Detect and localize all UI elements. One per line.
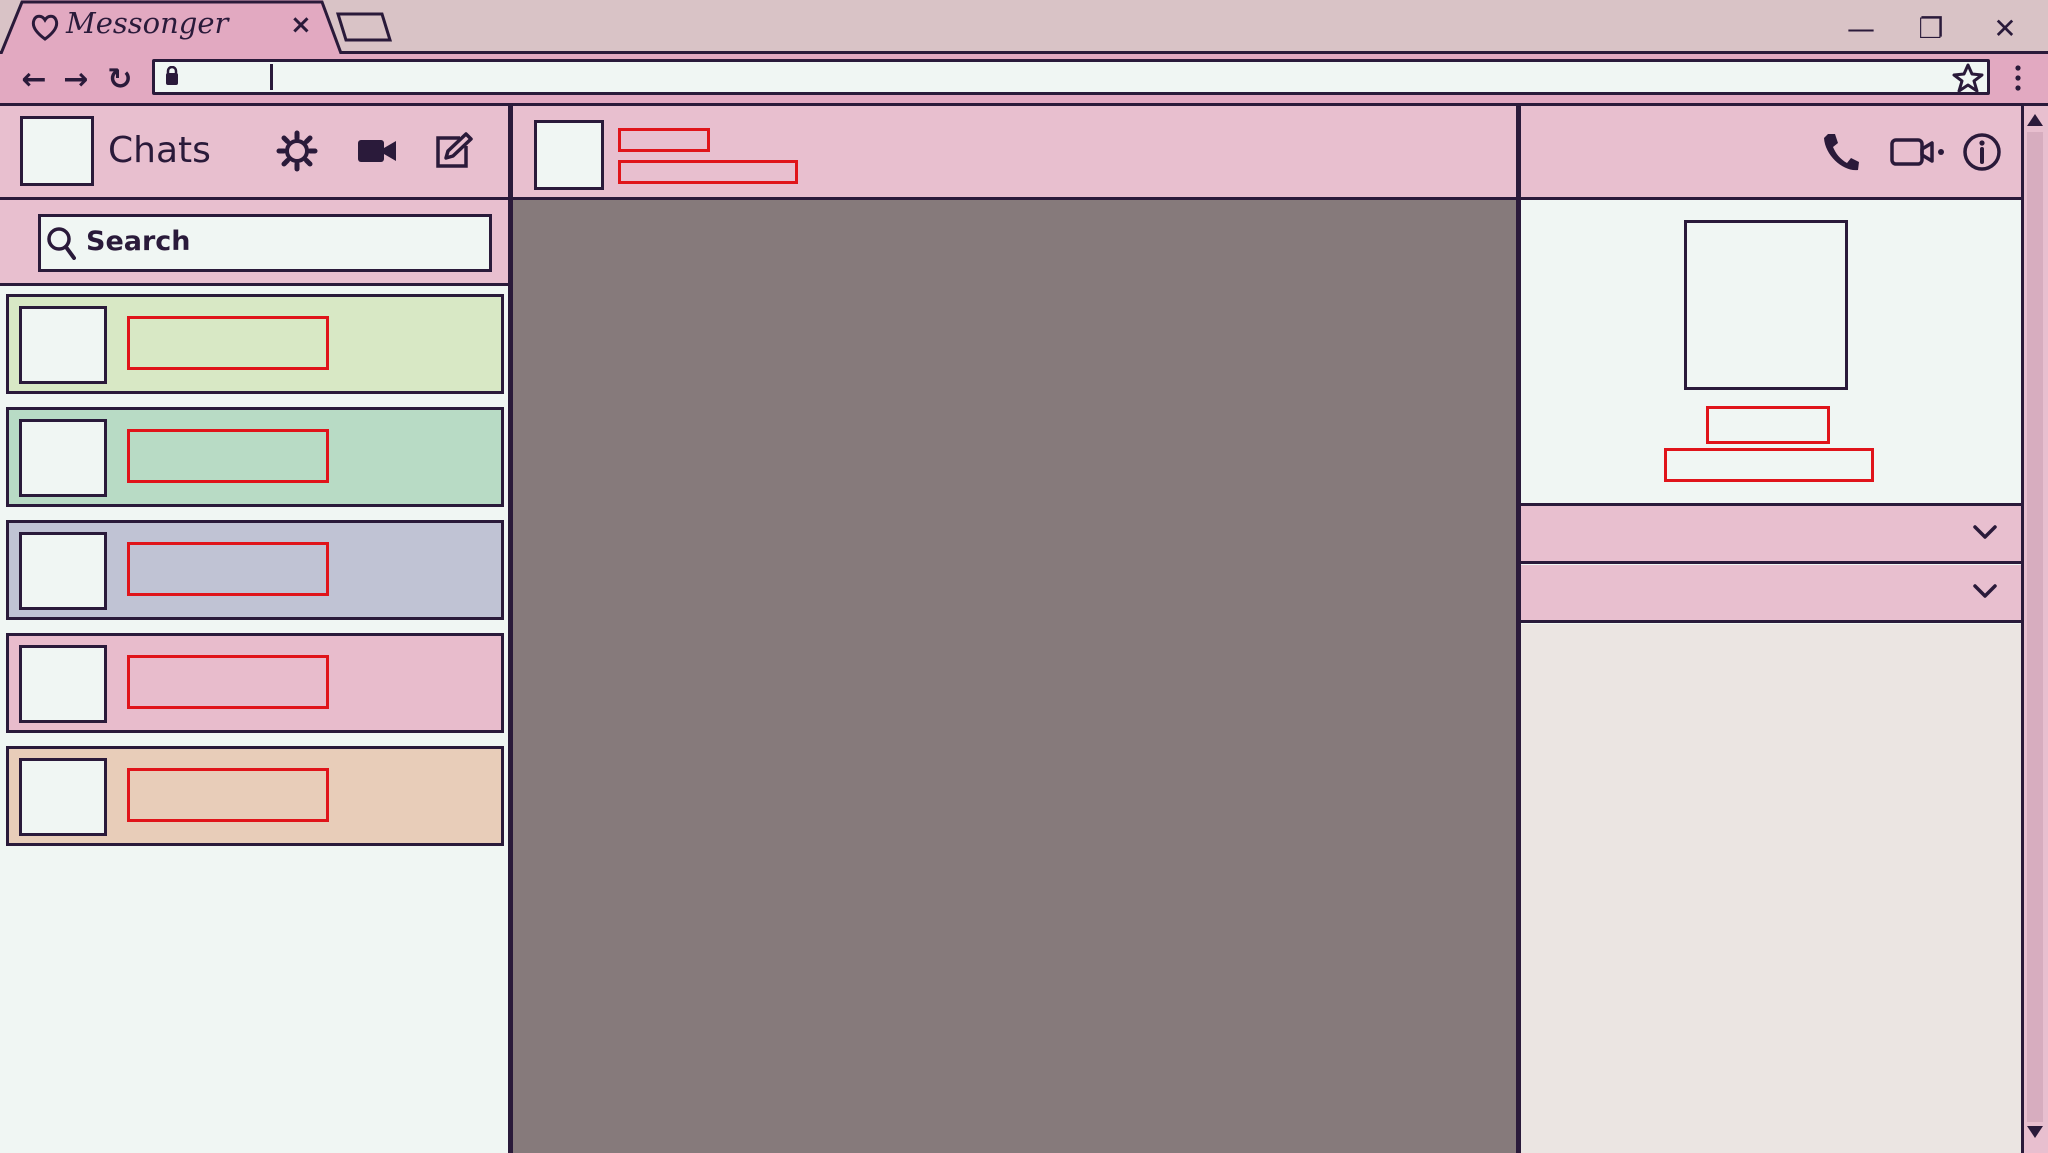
video-camera-icon[interactable] <box>354 128 400 174</box>
maximize-button[interactable]: ❐ <box>1908 8 1954 48</box>
conversation-name-placeholder <box>618 128 710 152</box>
contact-name-placeholder <box>1706 406 1830 444</box>
details-empty-area <box>1521 624 2021 1153</box>
chevron-down-icon <box>1973 525 1997 539</box>
compose-icon[interactable] <box>430 128 476 174</box>
conversation-status-placeholder <box>618 160 798 184</box>
close-window-button[interactable]: ✕ <box>1982 8 2028 48</box>
gear-icon[interactable] <box>274 128 320 174</box>
conversation-actions-header <box>1521 106 2021 200</box>
chat-name-placeholder <box>127 542 329 596</box>
chat-avatar <box>19 645 107 723</box>
tab-title: Messonger <box>66 6 229 40</box>
new-tab-button[interactable] <box>334 12 394 42</box>
tab-close-icon[interactable]: × <box>290 10 312 40</box>
chat-avatar <box>19 419 107 497</box>
chevron-down-icon <box>1973 584 1997 598</box>
scroll-up-arrow-icon[interactable] <box>2024 110 2046 130</box>
heart-icon <box>31 14 59 41</box>
chat-name-placeholder <box>127 316 329 370</box>
chat-name-placeholder <box>127 429 329 483</box>
video-call-icon[interactable] <box>1890 130 1946 174</box>
chat-avatar <box>19 306 107 384</box>
text-cursor <box>270 64 273 90</box>
info-icon[interactable] <box>1960 130 2004 174</box>
chat-list-item[interactable] <box>6 746 504 846</box>
browser-menu-icon[interactable] <box>2010 60 2026 96</box>
accordion-section[interactable] <box>1521 565 2021 623</box>
address-bar[interactable] <box>152 59 1990 95</box>
accordion-section[interactable] <box>1521 506 2021 564</box>
reload-button[interactable]: ↻ <box>100 58 140 100</box>
chat-avatar <box>19 758 107 836</box>
chat-list-item[interactable] <box>6 294 504 394</box>
minimize-button[interactable]: — <box>1838 8 1884 48</box>
search-placeholder: Search <box>86 226 191 257</box>
scroll-down-arrow-icon[interactable] <box>2024 1122 2046 1142</box>
profile-avatar[interactable] <box>20 116 94 186</box>
search-icon <box>47 227 76 260</box>
chat-name-placeholder <box>127 655 329 709</box>
scrollbar-thumb[interactable] <box>2027 132 2043 1122</box>
conversation-avatar[interactable] <box>534 120 604 190</box>
back-button[interactable]: ← <box>14 58 54 100</box>
forward-button[interactable]: → <box>56 58 96 100</box>
chat-avatar <box>19 532 107 610</box>
lock-icon <box>166 66 178 85</box>
chat-list-item[interactable] <box>6 633 504 733</box>
contact-avatar <box>1684 220 1848 390</box>
conversation-header <box>513 106 1519 200</box>
chat-name-placeholder <box>127 768 329 822</box>
phone-icon[interactable] <box>1820 130 1860 174</box>
bookmark-star-icon[interactable] <box>1952 62 1984 94</box>
contact-subtitle-placeholder <box>1664 448 1874 482</box>
message-area[interactable] <box>513 200 1519 1153</box>
chat-list-item[interactable] <box>6 407 504 507</box>
chat-list-item[interactable] <box>6 520 504 620</box>
chats-title: Chats <box>108 130 211 171</box>
